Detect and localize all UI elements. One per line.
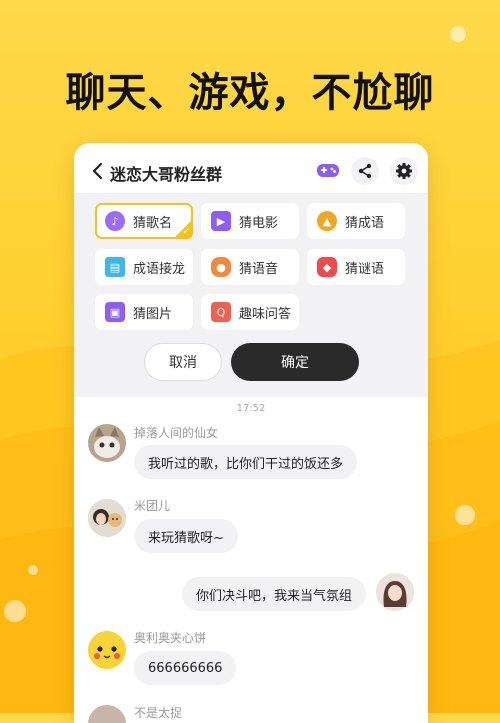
game-option-guess-riddle[interactable]: ◆ 猜谜语	[307, 249, 405, 285]
cancel-button[interactable]: 取消	[144, 343, 222, 381]
game-option-guess-movie[interactable]: ▶ 猜电影	[201, 203, 299, 239]
game-label: 趣味问答	[239, 306, 292, 322]
chat-timestamp: 17:52	[236, 403, 266, 414]
decor-dot	[455, 505, 475, 525]
microphone-icon: ♪	[105, 211, 125, 231]
qa-icon: Q	[211, 302, 231, 322]
game-option-guess-voice[interactable]: ● 猜语音	[201, 249, 299, 285]
sender-name: 掉落人间的仙女	[134, 426, 219, 440]
game-option-fun-qa[interactable]: Q 趣味问答	[201, 294, 299, 330]
message-bubble[interactable]: 我听过的歌，比你们干过的饭还多	[134, 445, 358, 479]
game-label: 猜成语	[345, 215, 385, 231]
sender-name: 奥利奥夹心饼	[134, 631, 207, 645]
game-label: 成语接龙	[133, 261, 186, 277]
dragon-card-icon: ▤	[105, 257, 125, 277]
graduation-cap-icon: ▲	[317, 211, 337, 231]
confirm-button[interactable]: 确定	[231, 343, 359, 381]
picture-icon: ▣	[105, 302, 125, 322]
game-controller-icon[interactable]	[314, 157, 342, 185]
game-option-guess-picture[interactable]: ▣ 猜图片	[95, 294, 193, 330]
gear-icon[interactable]	[390, 157, 418, 185]
self-avatar[interactable]	[376, 573, 414, 611]
voice-bubble-icon: ●	[211, 257, 231, 277]
game-label: 猜谜语	[345, 261, 385, 277]
decor-dot	[450, 26, 466, 42]
decor-dot	[4, 600, 26, 622]
girl-with-dog-avatar[interactable]	[88, 499, 126, 537]
headline: 聊天、游戏，不尬聊	[65, 70, 435, 116]
game-option-guess-idiom[interactable]: ▲ 猜成语	[307, 203, 405, 239]
game-label: 猜电影	[239, 215, 279, 231]
group-title: 迷恋大哥粉丝群	[110, 165, 223, 184]
top-bar: 迷恋大哥粉丝群	[74, 143, 428, 199]
pikachu-avatar[interactable]	[88, 631, 126, 669]
game-label: 猜语音	[239, 261, 279, 277]
game-label: 猜图片	[133, 306, 173, 322]
own-message-bubble[interactable]: 你们决斗吧，我来当气氛组	[182, 577, 367, 611]
message-bubble[interactable]: 来玩猜歌呀~	[134, 519, 238, 553]
share-icon[interactable]	[351, 157, 379, 185]
game-option-guess-song[interactable]: ♪ 猜歌名 ✓	[95, 203, 193, 239]
game-selection-panel: ♪ 猜歌名 ✓ ▶ 猜电影 ▲ 猜成语 ▤ 成语接龙 ● 猜语音 ◆ 猜谜语 ▣…	[74, 193, 428, 397]
lantern-icon: ◆	[317, 257, 337, 277]
message-bubble[interactable]: 666666666	[134, 651, 237, 685]
video-camera-icon: ▶	[211, 211, 231, 231]
game-label: 猜歌名	[133, 215, 173, 231]
sender-name: 米团儿	[134, 499, 171, 513]
back-arrow-icon[interactable]	[88, 160, 108, 182]
cat-avatar[interactable]	[88, 424, 126, 462]
user-avatar[interactable]	[88, 705, 126, 723]
chat-screen: 迷恋大哥粉丝群 ♪ 猜歌名 ✓ ▶ 猜电影 ▲ 猜成语 ▤ 成语接龙 ● 猜语音…	[74, 143, 428, 723]
game-option-idiom-chain[interactable]: ▤ 成语接龙	[95, 249, 193, 285]
decor-dot	[28, 565, 38, 575]
